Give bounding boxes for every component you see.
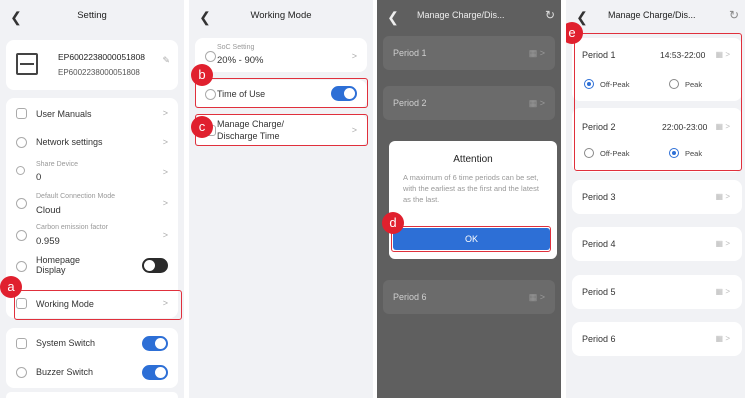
manage-charge-dialog-screen: ❮ Manage Charge/Dis... ↻ Period 1 ▦ > Pe…	[377, 0, 561, 398]
period-label: Period 6	[393, 292, 427, 302]
manage-charge-highlight	[195, 114, 368, 146]
chevron-right-icon: >	[162, 230, 168, 240]
manual-icon	[16, 108, 27, 119]
system-switch-icon	[16, 338, 27, 349]
carbon-icon	[16, 230, 27, 241]
connection-mode-label: Default Connection Mode	[36, 193, 115, 200]
calendar-icon: ▦ >	[715, 287, 730, 296]
calendar-icon: ▦ >	[715, 192, 730, 201]
share-device-label: Share Device	[36, 161, 79, 168]
period-label: Period 4	[582, 239, 616, 249]
period-label: Period 2	[393, 98, 427, 108]
header: ❮ Manage Charge/Dis... ↻	[377, 0, 561, 34]
soc-label: SoC Setting	[217, 44, 255, 51]
connection-mode-value: Cloud	[36, 205, 61, 216]
chevron-right-icon: >	[162, 137, 168, 147]
calendar-icon: ▦ >	[715, 334, 730, 343]
ok-highlight	[391, 226, 551, 252]
marker-d: d	[382, 212, 404, 234]
chevron-right-icon: >	[351, 51, 357, 61]
homepage-icon	[16, 261, 27, 272]
working-mode-screen: ❮ Working Mode SoC Setting 20% - 90% > T…	[189, 0, 373, 398]
header: ❮ Setting	[0, 0, 184, 34]
homepage-display-label: Homepage Display	[36, 255, 81, 275]
period-row[interactable]: Period 1 ▦ >	[383, 36, 555, 70]
setting-screen: ❮ Setting EP6002238000051808 EP600223800…	[0, 0, 184, 398]
share-device-value: 0	[36, 172, 42, 183]
marker-b: b	[191, 64, 213, 86]
device-serial: EP6002238000051808	[58, 52, 145, 62]
calendar-chevron-icon: ▦ >	[528, 48, 545, 58]
chevron-right-icon: >	[162, 108, 168, 118]
refresh-icon[interactable]: ↻	[729, 8, 739, 22]
calendar-chevron-icon: ▦ >	[528, 98, 545, 108]
buzzer-switch-toggle[interactable]	[142, 365, 168, 380]
system-switch-label: System Switch	[36, 338, 96, 348]
refresh-icon[interactable]: ↻	[545, 8, 555, 22]
buzzer-switch-label: Buzzer Switch	[36, 367, 94, 377]
carbon-factor-label: Carbon emission factor	[36, 224, 108, 231]
chevron-right-icon: >	[162, 167, 168, 177]
buzzer-icon	[16, 367, 27, 378]
calendar-chevron-icon: ▦ >	[528, 292, 545, 302]
header: ❮ Manage Charge/Dis... ↻	[566, 0, 745, 34]
settings-list: User Manuals > Network settings > Share …	[6, 98, 178, 318]
header: ❮ Working Mode	[189, 0, 373, 34]
soc-value: 20% - 90%	[217, 55, 264, 66]
chevron-right-icon: >	[162, 198, 168, 208]
period-row[interactable]: Period 2 ▦ >	[383, 86, 555, 120]
period-row[interactable]: Period 6 ▦ >	[572, 322, 742, 356]
page-title: Manage Charge/Dis...	[608, 10, 696, 20]
edit-icon[interactable]: ✎	[162, 55, 170, 66]
period-label: Period 6	[582, 334, 616, 344]
period-label: Period 3	[582, 192, 616, 202]
device-serial-sub: EP6002238000051808	[58, 68, 140, 77]
share-icon	[16, 166, 25, 175]
page-title: Working Mode	[250, 10, 312, 21]
time-of-use-highlight	[195, 78, 368, 108]
periods-highlight	[574, 33, 742, 171]
soc-setting-item[interactable]: SoC Setting 20% - 90% >	[195, 38, 367, 72]
period-row[interactable]: Period 4 ▦ >	[572, 227, 742, 261]
manage-charge-list-screen: ❮ Manage Charge/Dis... ↻ Period 1 14:53-…	[566, 0, 745, 398]
battery-icon	[205, 51, 216, 62]
period-row[interactable]: Period 3 ▦ >	[572, 180, 742, 214]
device-card[interactable]: EP6002238000051808 EP6002238000051808 ✎	[6, 40, 178, 90]
homepage-display-toggle[interactable]	[142, 258, 168, 273]
user-manuals-label: User Manuals	[36, 109, 92, 119]
dialog-title: Attention	[453, 154, 493, 165]
next-card	[6, 392, 178, 398]
device-icon	[16, 53, 38, 75]
period-label: Period 1	[393, 48, 427, 58]
back-arrow-icon[interactable]: ❮	[385, 9, 401, 25]
marker-c: c	[191, 116, 213, 138]
switch-card: System Switch Buzzer Switch	[6, 328, 178, 388]
dialog-message: A maximum of 6 time periods can be set, …	[403, 173, 539, 204]
network-icon	[16, 137, 27, 148]
working-mode-highlight	[14, 290, 182, 320]
period-label: Period 5	[582, 287, 616, 297]
page-title: Setting	[77, 10, 107, 21]
carbon-factor-value: 0.959	[36, 236, 60, 247]
period-row[interactable]: Period 6 ▦ >	[383, 280, 555, 314]
cloud-icon	[16, 198, 27, 209]
marker-a: a	[0, 276, 22, 298]
calendar-icon: ▦ >	[715, 239, 730, 248]
network-settings-label: Network settings	[36, 137, 103, 147]
period-row[interactable]: Period 5 ▦ >	[572, 275, 742, 309]
system-switch-toggle[interactable]	[142, 336, 168, 351]
page-title: Manage Charge/Dis...	[417, 10, 505, 20]
